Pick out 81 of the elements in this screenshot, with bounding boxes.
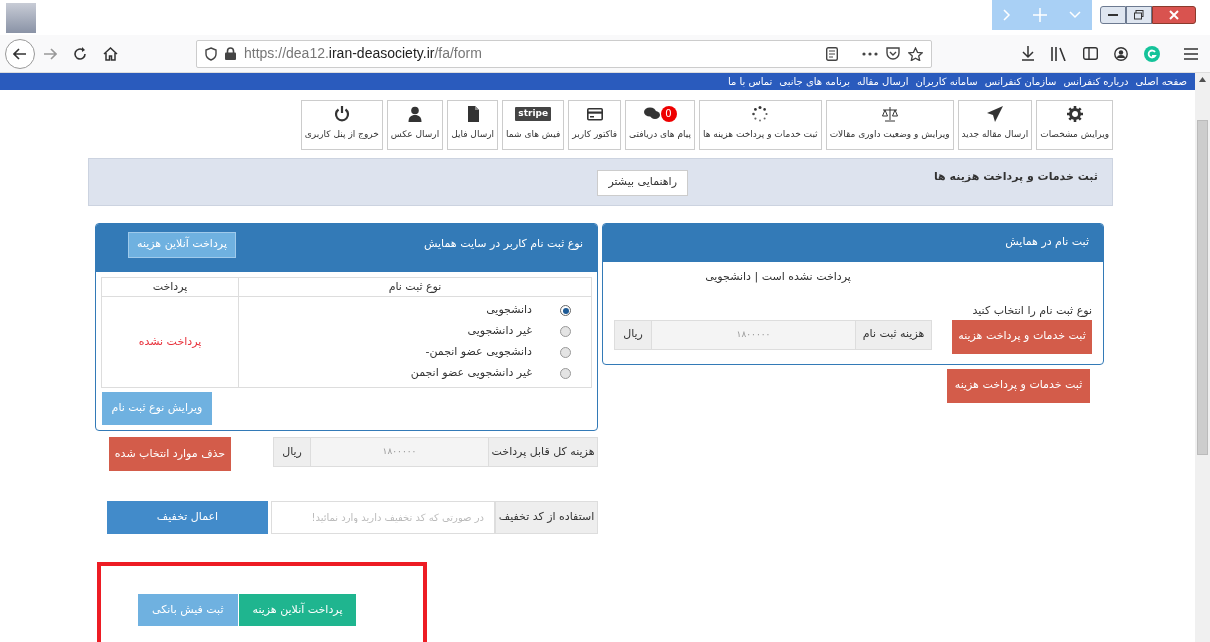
toolbar-tile[interactable]: ارسال مقاله جدید xyxy=(957,99,1033,150)
close-icon xyxy=(1169,10,1179,20)
radio-button[interactable] xyxy=(560,368,571,379)
submit-button[interactable]: ثبت خدمات و پرداخت هزینه xyxy=(952,319,1092,354)
more-icon[interactable] xyxy=(862,51,878,56)
toolbar-tile[interactable]: ثبت خدمات و پرداخت هزینه ها xyxy=(698,99,822,150)
minimize-icon xyxy=(1108,13,1118,17)
toolbar-tile[interactable]: ویرایش مشخصات xyxy=(1036,99,1113,150)
address-bar[interactable]: https://dea12.iran-deasociety.ir/fa/form xyxy=(196,39,932,68)
nav-link[interactable]: صفحه اصلی xyxy=(1135,73,1187,89)
user-icon xyxy=(406,105,423,122)
input-label: هزینه ثبت نام xyxy=(855,319,932,350)
account-icon[interactable] xyxy=(1114,46,1128,61)
toolbar-tile[interactable]: ارسال عکس xyxy=(386,99,444,150)
library-icon[interactable] xyxy=(1051,46,1067,61)
toolbar-tile[interactable]: ارسال فایل xyxy=(447,99,499,150)
restore-icon xyxy=(1134,10,1144,20)
home-icon[interactable] xyxy=(103,46,118,61)
power-icon xyxy=(333,105,350,122)
back-arrow-icon xyxy=(13,47,27,60)
radio-button[interactable] xyxy=(560,305,571,316)
forward-arrow-icon[interactable] xyxy=(43,47,57,60)
option-label[interactable]: دانشجویی عضو انجمن- xyxy=(425,344,532,361)
option-label[interactable]: غیر دانشجویی xyxy=(467,323,532,340)
download-icon[interactable] xyxy=(1021,46,1035,61)
star-icon[interactable] xyxy=(908,46,923,61)
pocket-icon[interactable] xyxy=(886,47,900,60)
toolbar-tile[interactable]: فاکتور کاربر xyxy=(568,99,622,150)
lock-icon[interactable] xyxy=(225,47,236,60)
currency-label: ریال xyxy=(614,319,652,350)
badge-count: 0 xyxy=(660,105,677,122)
menu-icon[interactable] xyxy=(1184,47,1198,60)
scrollbar-thumb[interactable] xyxy=(1197,120,1208,455)
scrollbar[interactable] xyxy=(1195,73,1210,642)
reload-icon[interactable] xyxy=(73,46,87,61)
discount-label: استفاده از کد تخفیف xyxy=(495,501,598,534)
option-label[interactable]: دانشجویی xyxy=(486,302,532,319)
page-title: ثبت خدمات و پرداخت هزینه ها xyxy=(933,168,1098,185)
radio-button[interactable] xyxy=(560,326,571,337)
restore-button[interactable] xyxy=(1126,6,1152,24)
delete-selected-button[interactable]: حذف موارد انتخاب شده xyxy=(109,437,231,471)
nav-link[interactable]: ارسال مقاله xyxy=(857,73,909,89)
minimize-button[interactable] xyxy=(1100,6,1126,24)
apply-discount-button[interactable]: اعمال تخفیف xyxy=(107,501,268,534)
radio-button[interactable] xyxy=(560,347,571,358)
credit-card-icon xyxy=(586,105,603,122)
toolbar-tile[interactable]: ویرایش و وضعیت داوری مقالات xyxy=(825,99,954,150)
amount-field: ۱۸۰۰۰۰۰ xyxy=(652,319,855,350)
submit-button[interactable]: ثبت خدمات و پرداخت هزینه xyxy=(947,368,1090,403)
prompt-text: نوع ثبت نام را انتخاب کنید xyxy=(971,303,1092,319)
nav-link[interactable]: سازمان کنفرانس xyxy=(984,73,1057,89)
url-text: https://dea12.iran-deasociety.ir/fa/form xyxy=(244,44,482,63)
stripe-logo: stripe xyxy=(515,106,552,121)
scroll-up-icon[interactable] xyxy=(1199,77,1206,82)
card-title: ثبت نام در همایش xyxy=(603,223,1103,262)
option-label[interactable]: غیر دانشجویی عضو انجمن xyxy=(410,365,532,382)
nav-link[interactable]: برنامه های جانبی xyxy=(779,73,851,89)
currency-label: ریال xyxy=(273,437,311,467)
input-label: هزینه کل قابل پرداخت xyxy=(488,437,598,467)
card-title: نوع ثبت نام کاربر در سایت همایش xyxy=(424,235,583,252)
toolbar-tile[interactable]: خروج از پنل کاربری xyxy=(300,99,383,150)
column-header: پرداخت xyxy=(101,277,239,297)
nav-link[interactable]: تماس با ما xyxy=(727,73,773,89)
sidebar-icon[interactable] xyxy=(1083,47,1098,60)
nav-link[interactable]: درباره کنفرانس xyxy=(1063,73,1129,89)
status-text: پرداخت نشده است | دانشجویی xyxy=(705,268,851,285)
discount-code-field[interactable]: در صورتی که کد تخفیف دارید وارد نمائید! xyxy=(271,501,495,534)
paper-plane-icon xyxy=(986,105,1003,122)
guide-button[interactable]: راهنمایی بیشتر xyxy=(597,169,688,196)
gear-icon xyxy=(1066,105,1083,122)
payment-status-cell: پرداخت نشده xyxy=(101,296,239,388)
back-button[interactable] xyxy=(5,38,35,69)
scales-icon xyxy=(881,105,898,122)
reader-view-icon[interactable] xyxy=(826,46,838,61)
close-button[interactable] xyxy=(1152,6,1196,24)
nav-link[interactable]: سامانه کاربران xyxy=(915,73,978,89)
shield-icon[interactable] xyxy=(205,46,217,61)
chat-icon xyxy=(643,105,660,122)
column-header: نوع ثبت نام xyxy=(238,277,592,297)
amount-field: ۱۸۰۰۰۰۰ xyxy=(311,437,488,467)
spinner-icon xyxy=(752,105,769,122)
